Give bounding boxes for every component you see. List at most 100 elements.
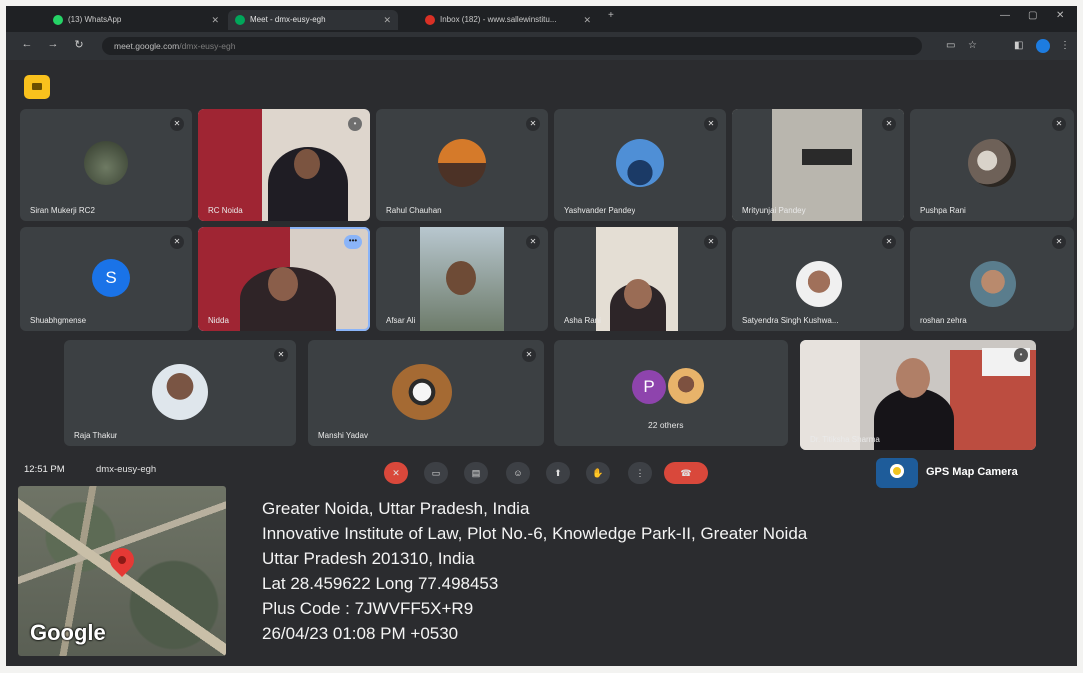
gmail-icon bbox=[425, 15, 435, 25]
participant-tile[interactable]: ✕ Mrityunjai Pandey bbox=[732, 109, 904, 221]
satellite-map: Google bbox=[18, 486, 226, 656]
gps-camera-icon bbox=[876, 458, 918, 488]
new-tab-button[interactable]: + bbox=[608, 10, 614, 21]
tab-label: (13) WhatsApp bbox=[68, 15, 122, 24]
mic-off-icon: ✕ bbox=[170, 235, 184, 249]
avatar bbox=[152, 364, 208, 420]
others-tile[interactable]: P 22 others bbox=[554, 340, 788, 446]
avatar bbox=[970, 261, 1016, 307]
browser-toolbar: ← → ↻ meet.google.com/dmx-eusy-egh ▭ ☆ ◧… bbox=[6, 32, 1077, 60]
participant-name: Nidda bbox=[208, 316, 229, 325]
raise-hand-icon[interactable]: ✋ bbox=[586, 462, 610, 484]
address-line: Uttar Pradesh 201310, India bbox=[262, 549, 475, 568]
address-line: Innovative Institute of Law, Plot No.-6,… bbox=[262, 524, 808, 543]
participant-tile[interactable]: ✕ Manshi Yadav bbox=[308, 340, 544, 446]
tab-label: Meet - dmx-eusy-egh bbox=[250, 15, 326, 24]
avatar bbox=[438, 139, 486, 187]
meet-activities-badge[interactable] bbox=[24, 75, 50, 99]
cast-icon[interactable]: ▭ bbox=[946, 40, 955, 51]
timestamp: 26/04/23 01:08 PM +0530 bbox=[262, 624, 459, 643]
captions-button[interactable]: ▤ bbox=[464, 462, 488, 484]
participant-name: Raja Thakur bbox=[74, 431, 118, 440]
url-path: /dmx-eusy-egh bbox=[179, 41, 236, 51]
tab-meet[interactable]: Meet - dmx-eusy-egh ✕ bbox=[228, 10, 398, 30]
meeting-time: 12:51 PM bbox=[24, 464, 65, 475]
close-icon[interactable]: ✕ bbox=[583, 10, 591, 30]
maximize-button[interactable]: ▢ bbox=[1028, 10, 1037, 21]
avatar bbox=[392, 364, 452, 420]
close-window-button[interactable]: ✕ bbox=[1056, 10, 1064, 21]
avatar bbox=[616, 139, 664, 187]
star-icon[interactable]: ☆ bbox=[968, 40, 977, 51]
participant-tile[interactable]: ✕ Raja Thakur bbox=[64, 340, 296, 446]
mic-off-icon: ✕ bbox=[170, 117, 184, 131]
mic-off-icon: ✕ bbox=[1052, 117, 1066, 131]
mic-off-icon: ✕ bbox=[882, 235, 896, 249]
camera-button[interactable]: ▭ bbox=[424, 462, 448, 484]
participant-name: Pushpa Rani bbox=[920, 206, 966, 215]
participant-name: Manshi Yadav bbox=[318, 431, 368, 440]
plus-code: Plus Code : 7JWVFF5X+R9 bbox=[262, 599, 474, 618]
others-count: 22 others bbox=[648, 420, 684, 430]
participant-tile[interactable]: ✕ roshan zehra bbox=[910, 227, 1074, 331]
avatar-initial: S bbox=[92, 259, 130, 297]
leave-call-button[interactable]: ☎ bbox=[664, 462, 708, 484]
minimize-button[interactable]: — bbox=[1000, 10, 1010, 21]
mic-off-button[interactable]: ✕ bbox=[384, 462, 408, 484]
avatar-initial: P bbox=[632, 370, 666, 404]
participant-name: RC Noida bbox=[208, 206, 243, 215]
browser-tab-bar: (13) WhatsApp ✕ Meet - dmx-eusy-egh ✕ In… bbox=[6, 6, 1077, 32]
forward-icon[interactable]: → bbox=[46, 38, 60, 50]
participant-tile[interactable]: ✕ Afsar Ali bbox=[376, 227, 548, 331]
tab-whatsapp[interactable]: (13) WhatsApp ✕ bbox=[46, 10, 226, 30]
avatar bbox=[796, 261, 842, 307]
mic-off-icon: ✕ bbox=[704, 117, 718, 131]
emoji-icon[interactable]: ☺ bbox=[506, 462, 530, 484]
avatar bbox=[84, 141, 128, 185]
avatar bbox=[668, 368, 704, 404]
sidepanel-icon[interactable]: ◧ bbox=[1014, 40, 1023, 51]
back-icon[interactable]: ← bbox=[20, 38, 34, 50]
participant-tile[interactable]: ✕ Pushpa Rani bbox=[910, 109, 1074, 221]
participant-name: Satyendra Singh Kushwa... bbox=[742, 316, 839, 325]
participant-tile[interactable]: ✕ Siran Mukerji RC2 bbox=[20, 109, 192, 221]
close-icon[interactable]: ✕ bbox=[383, 10, 391, 30]
participant-name: Dr. Titiksha Sharma bbox=[810, 435, 880, 444]
participant-face bbox=[624, 279, 652, 309]
mic-off-icon: ✕ bbox=[526, 235, 540, 249]
participant-tile[interactable]: • RC Noida bbox=[198, 109, 370, 221]
more-options-icon[interactable]: ••• bbox=[344, 235, 362, 249]
mic-off-icon: ✕ bbox=[704, 235, 718, 249]
coordinates: Lat 28.459622 Long 77.498453 bbox=[262, 574, 499, 593]
meeting-code: dmx-eusy-egh bbox=[96, 464, 157, 475]
mic-icon: • bbox=[1014, 348, 1028, 362]
participant-name: Mrityunjai Pandey bbox=[742, 206, 806, 215]
profile-avatar[interactable] bbox=[1036, 39, 1050, 53]
participant-tile[interactable]: ✕ Asha Rani bbox=[554, 227, 726, 331]
participant-tile-active[interactable]: ••• Nidda bbox=[198, 227, 370, 331]
participant-face bbox=[446, 261, 476, 295]
participant-tile[interactable]: ✕ Satyendra Singh Kushwa... bbox=[732, 227, 904, 331]
address-line: Greater Noida, Uttar Pradesh, India bbox=[262, 499, 530, 518]
participant-name: Shuabhgmense bbox=[30, 316, 87, 325]
mic-off-icon: ✕ bbox=[882, 117, 896, 131]
tab-label: Inbox (182) - www.sallewinstitu... bbox=[440, 15, 557, 24]
address-bar[interactable]: meet.google.com/dmx-eusy-egh bbox=[102, 37, 922, 55]
reload-icon[interactable]: ↻ bbox=[72, 38, 86, 51]
close-icon[interactable]: ✕ bbox=[211, 10, 219, 30]
url-host: meet.google.com bbox=[114, 41, 180, 51]
mic-off-icon: ✕ bbox=[522, 348, 536, 362]
participant-face bbox=[896, 358, 930, 398]
present-button[interactable]: ⬆ bbox=[546, 462, 570, 484]
video-background bbox=[800, 340, 860, 450]
gps-camera-text: GPS Map Camera bbox=[926, 466, 1018, 478]
participant-tile[interactable]: ✕ Rahul Chauhan bbox=[376, 109, 548, 221]
participant-tile[interactable]: ✕ Yashvander Pandey bbox=[554, 109, 726, 221]
more-options-button[interactable]: ⋮ bbox=[628, 462, 652, 484]
tab-inbox[interactable]: Inbox (182) - www.sallewinstitu... ✕ bbox=[418, 10, 598, 30]
participant-tile[interactable]: S ✕ Shuabhgmense bbox=[20, 227, 192, 331]
participant-tile[interactable]: • Dr. Titiksha Sharma bbox=[800, 340, 1036, 450]
menu-icon[interactable]: ⋮ bbox=[1060, 40, 1070, 51]
participant-name: Asha Rani bbox=[564, 316, 601, 325]
google-logo: Google bbox=[30, 620, 106, 645]
